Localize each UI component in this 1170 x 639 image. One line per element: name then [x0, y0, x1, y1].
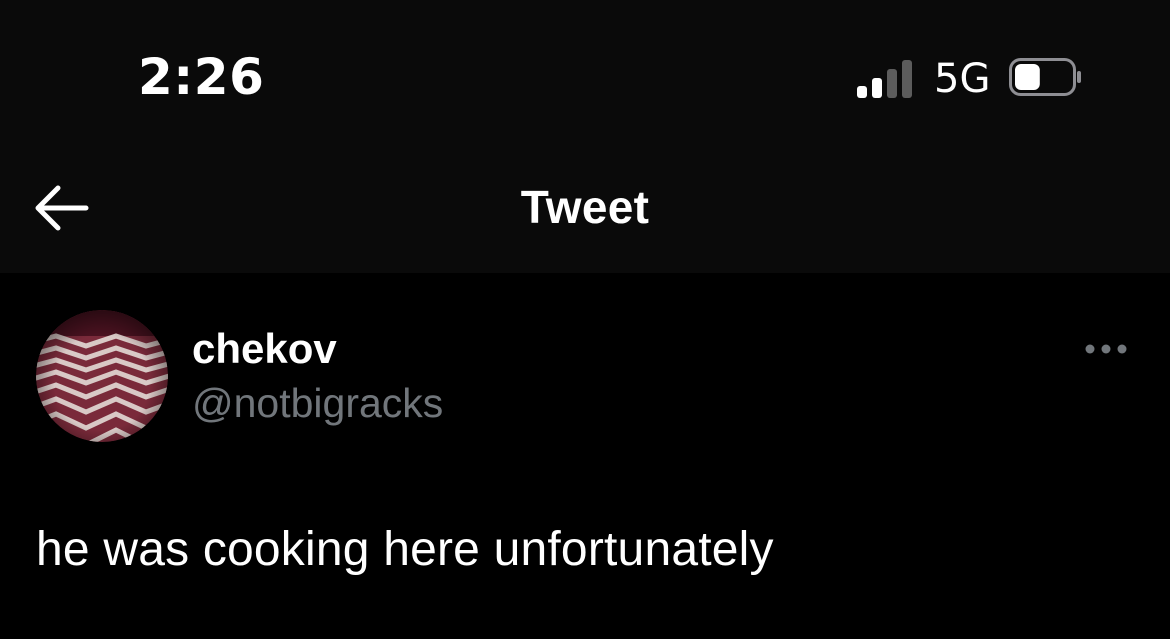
avatar[interactable] — [36, 310, 168, 442]
more-options-icon — [1085, 344, 1127, 354]
more-options-button[interactable] — [1080, 334, 1132, 364]
author-display-name[interactable]: chekov — [192, 325, 337, 373]
avatar-zigzag-floor-image — [36, 310, 168, 442]
signal-bar — [902, 60, 912, 98]
page-title: Tweet — [520, 181, 650, 233]
status-time: 2:26 — [138, 48, 265, 106]
signal-bar — [872, 78, 882, 98]
battery-icon — [1009, 58, 1081, 96]
battery-level-fill — [1015, 64, 1040, 90]
cellular-signal-icon — [857, 60, 915, 98]
network-type-label: 5G — [934, 56, 991, 102]
author-handle[interactable]: @notbigracks — [192, 380, 443, 427]
signal-bar — [857, 86, 867, 98]
tweet-text: he was cooking here unfortunately — [36, 523, 774, 576]
signal-bar — [887, 69, 897, 98]
